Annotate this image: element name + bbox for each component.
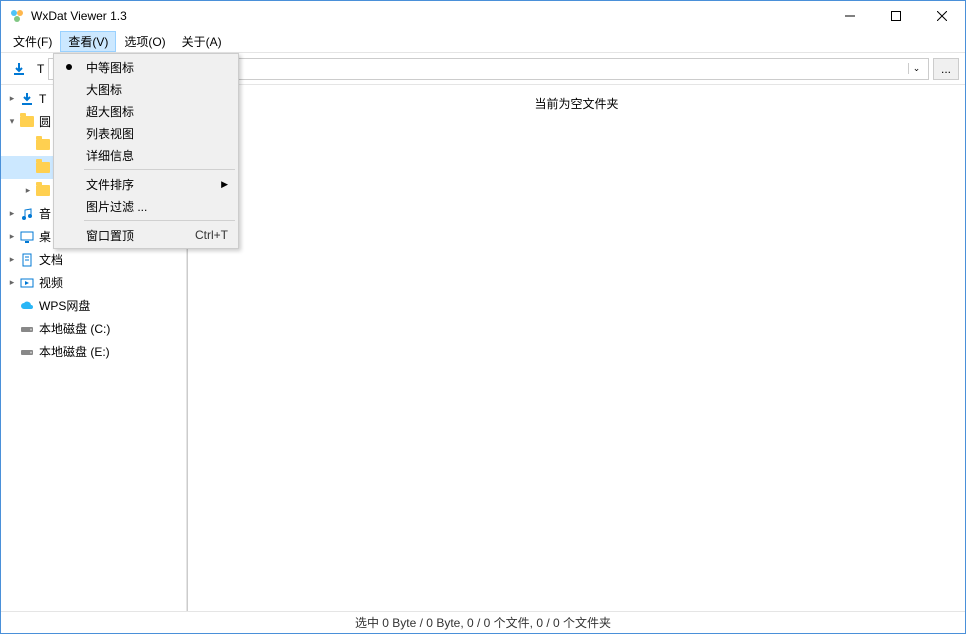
folder-icon (35, 183, 51, 199)
tree-item[interactable]: 本地磁盘 (E:) (1, 340, 186, 363)
dd-medium-icons[interactable]: 中等图标 (56, 56, 236, 78)
window-controls (827, 1, 965, 31)
video-icon (19, 275, 35, 291)
tree-item[interactable]: WPS网盘 (1, 294, 186, 317)
dd-always-on-top[interactable]: 窗口置顶Ctrl+T (56, 224, 236, 246)
tree-item[interactable]: ▸ 视频 (1, 271, 186, 294)
minimize-button[interactable] (827, 1, 873, 31)
download-icon (19, 91, 35, 107)
browse-button[interactable]: ... (933, 58, 959, 80)
expander-icon[interactable]: ▾ (5, 116, 19, 127)
folder-icon (35, 137, 51, 153)
dd-xlarge-icons[interactable]: 超大图标 (56, 100, 236, 122)
cloud-icon (19, 298, 35, 314)
menu-about[interactable]: 关于(A) (174, 31, 230, 52)
menu-file[interactable]: 文件(F) (5, 31, 60, 52)
expander-icon[interactable]: ▸ (5, 277, 19, 288)
dd-image-filter[interactable]: 图片过滤 ... (56, 195, 236, 217)
chevron-right-icon: ▶ (221, 179, 228, 190)
empty-folder-message: 当前为空文件夹 (188, 85, 965, 611)
statusbar: 选中 0 Byte / 0 Byte, 0 / 0 个文件, 0 / 0 个文件… (1, 611, 965, 633)
menu-view[interactable]: 查看(V) (60, 31, 116, 52)
dd-details[interactable]: 详细信息 (56, 144, 236, 166)
folder-icon (19, 114, 35, 130)
expander-icon[interactable]: ▸ (5, 231, 19, 242)
expander-icon[interactable]: ▸ (21, 185, 35, 196)
document-icon (19, 252, 35, 268)
tree-item-label: 文档 (39, 251, 63, 268)
expander-icon[interactable]: ▸ (5, 208, 19, 219)
disk-icon (19, 321, 35, 337)
desktop-icon (19, 229, 35, 245)
expander-icon[interactable]: ▸ (5, 254, 19, 265)
tree-item-label: 视频 (39, 274, 63, 291)
view-dropdown: 中等图标 大图标 超大图标 列表视图 详细信息 文件排序▶ 图片过滤 ... 窗… (53, 53, 239, 249)
tree-item-label: WPS网盘 (39, 297, 90, 314)
tree-item-label: 本地磁盘 (E:) (39, 343, 110, 360)
tree-item[interactable]: 本地磁盘 (C:) (1, 317, 186, 340)
folder-icon (35, 160, 51, 176)
tree-item-label: 圆 (39, 113, 51, 130)
dd-large-icons[interactable]: 大图标 (56, 78, 236, 100)
tree-item-label: T (39, 92, 46, 106)
separator (84, 220, 235, 221)
content-pane: 当前为空文件夹 (187, 85, 965, 611)
expander-icon[interactable]: ▸ (5, 93, 19, 104)
menubar: 文件(F) 查看(V) 选项(O) 关于(A) 中等图标 大图标 超大图标 列表… (1, 31, 965, 53)
breadcrumb-dropdown[interactable]: ⌄ (908, 63, 924, 74)
menu-options[interactable]: 选项(O) (116, 31, 173, 52)
toolbar-label: T (37, 62, 44, 76)
dd-list-view[interactable]: 列表视图 (56, 122, 236, 144)
download-button[interactable] (7, 57, 31, 81)
music-icon (19, 206, 35, 222)
tree-item-label: 音 (39, 205, 51, 222)
separator (84, 169, 235, 170)
app-icon (9, 8, 25, 24)
window: WxDat Viewer 1.3 文件(F) 查看(V) 选项(O) 关于(A)… (0, 0, 966, 634)
bullet-icon (66, 64, 72, 70)
dd-file-sort[interactable]: 文件排序▶ (56, 173, 236, 195)
titlebar[interactable]: WxDat Viewer 1.3 (1, 1, 965, 31)
window-title: WxDat Viewer 1.3 (31, 9, 827, 23)
tree-item-label: 桌 (39, 228, 51, 245)
tree-item-label: 本地磁盘 (C:) (39, 320, 110, 337)
maximize-button[interactable] (873, 1, 919, 31)
disk-icon (19, 344, 35, 360)
tree-item[interactable]: ▸ 文档 (1, 248, 186, 271)
close-button[interactable] (919, 1, 965, 31)
